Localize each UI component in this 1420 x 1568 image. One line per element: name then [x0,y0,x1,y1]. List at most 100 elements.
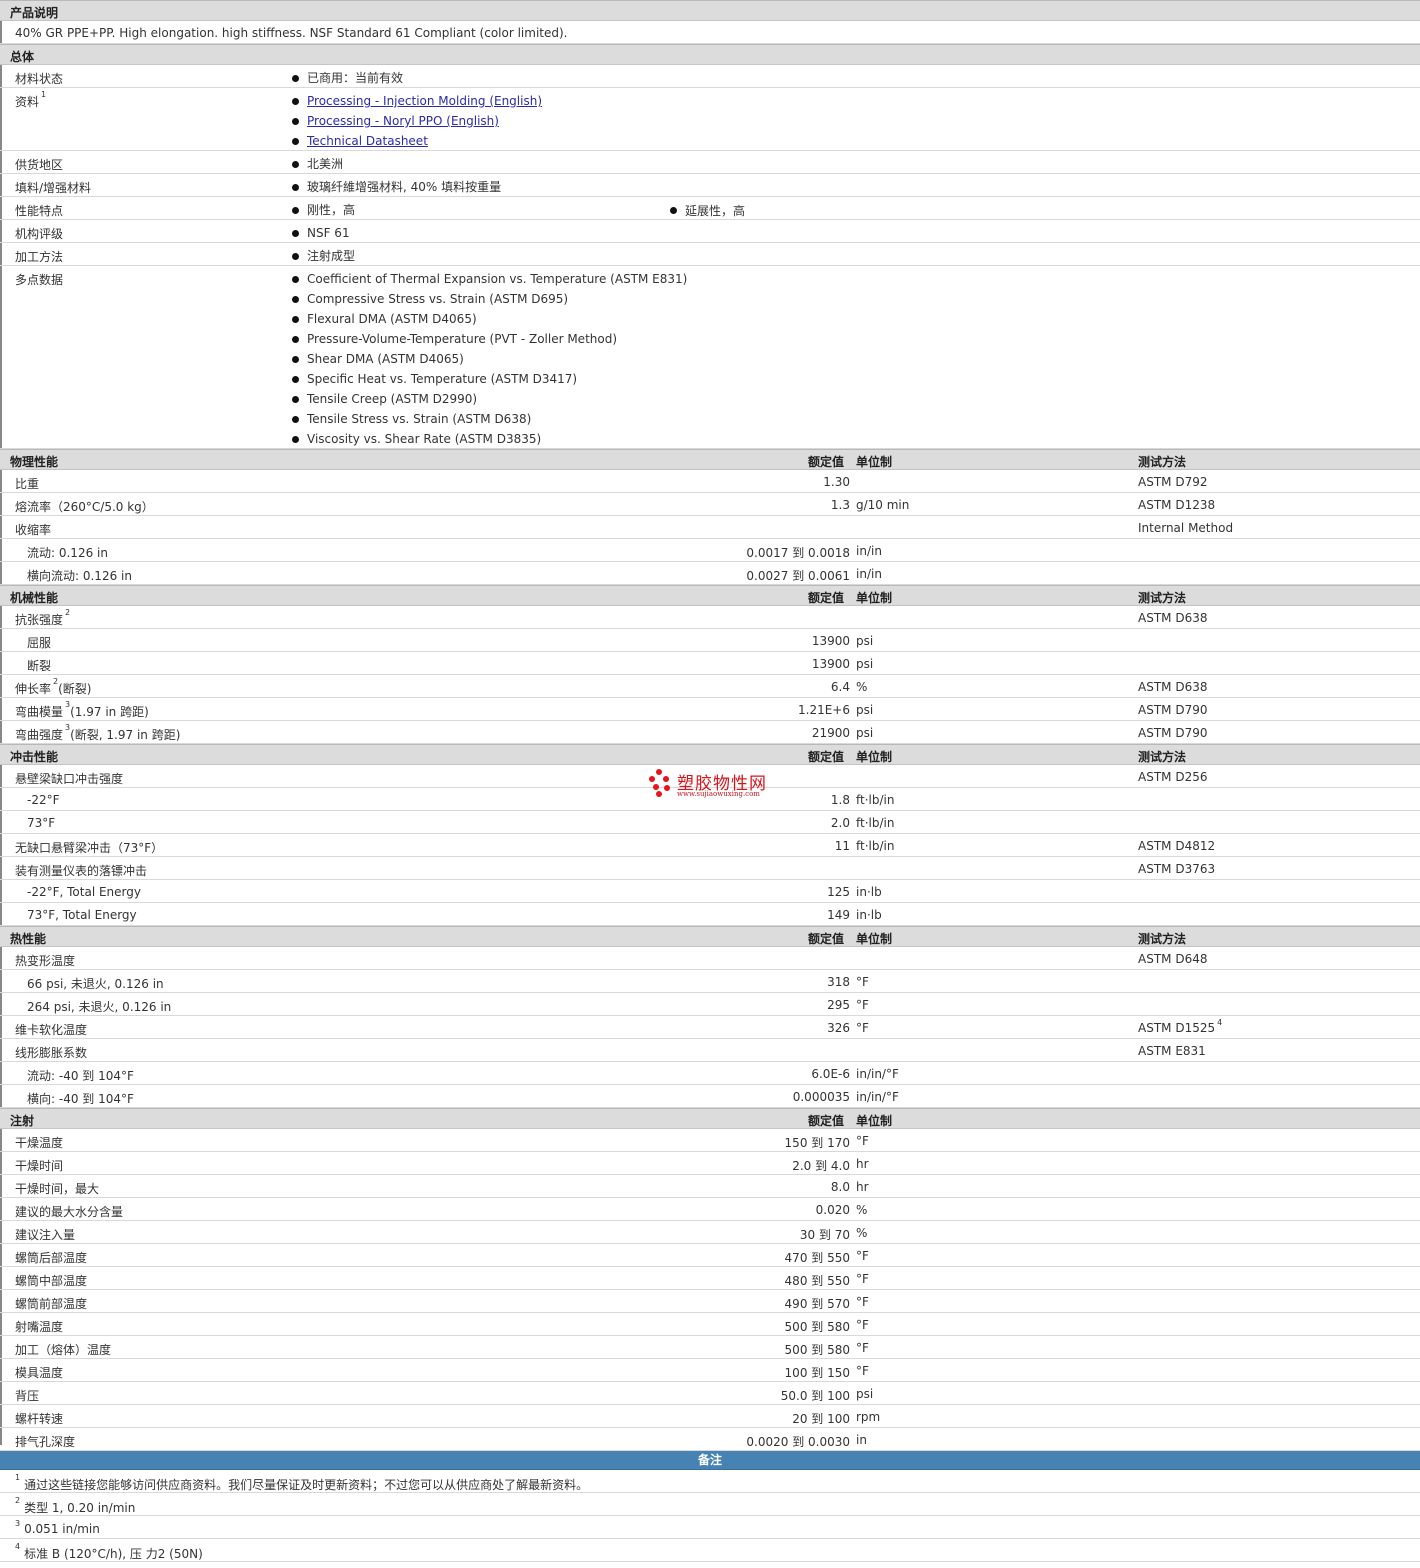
property-name: 流动: -40 到 104°F [27,1069,134,1083]
property-label: 加工（熔体）温度 [15,1341,111,1358]
property-unit: °F [856,998,869,1012]
agency-label: 机构评级 [15,227,64,241]
property-label: 收缩率 [15,521,51,538]
test-method-name: ASTM D3763 [1138,862,1216,876]
table-row: 66 psi, 未退火, 0.126 in 318 °F [0,970,1420,993]
features-row: 性能特点 刚性，高 延展性，高 [0,197,1420,220]
property-name: 弯曲模量 [15,705,64,719]
section-title: 产品说明 [10,6,59,20]
property-unit: °F [856,975,869,989]
property-value: 13900 [811,657,850,671]
property-name: 热变形温度 [15,954,76,968]
section-title: 热性能 [10,932,47,946]
property-value: 20 到 100 [792,1412,850,1426]
doc-link-technical-datasheet[interactable]: Technical Datasheet [307,134,428,148]
property-value: 2.0 [830,816,850,830]
property-label: 264 psi, 未退火, 0.126 in [27,998,171,1015]
property-condition: (断裂) [58,682,92,696]
table-row: 弯曲强度3(断裂, 1.97 in 跨距) 21900 psi ASTM D790 [0,721,1420,744]
property-value: 0.000035 [792,1090,850,1104]
property-label: 66 psi, 未退火, 0.126 in [27,975,164,992]
property-label: 流动: -40 到 104°F [27,1067,134,1084]
table-row: 干燥温度 150 到 170 °F [0,1129,1420,1152]
property-value: 1.3 [830,498,850,512]
table-row: 装有测量仪表的落镖冲击 ASTM D3763 [0,857,1420,880]
table-row: 建议的最大水分含量 0.020% [0,1198,1420,1221]
datasheet: 产品说明 40% GR PPE+PP. High elongation. hig… [0,0,1420,1562]
property-condition: (断裂, 1.97 in 跨距) [70,728,181,742]
list-item: 延展性，高 [668,202,745,219]
multipoint-item: Viscosity vs. Shear Rate (ASTM D3835) [290,431,687,451]
multipoint-row: 多点数据 Coefficient of Thermal Expansion vs… [0,266,1420,449]
note-body: 类型 1, 0.20 in/min [24,1501,136,1515]
property-unit: psi [856,657,874,671]
test-method-name: ASTM D792 [1138,475,1208,489]
property-unit: psi [856,726,874,740]
property-name: 弯曲强度 [15,728,64,742]
note-number: 3 [15,1519,21,1528]
column-header-method: 测试方法 [1138,932,1187,946]
property-unit: in·lb [856,908,882,922]
process-label: 加工方法 [15,250,64,264]
footnote-ref: 2 [65,608,71,617]
table-row: 维卡软化温度 326 °F ASTM D1525 4 [0,1016,1420,1039]
section-header-physical: 物理性能 额定值 单位制 测试方法 [0,449,1420,470]
property-label: -22°F [27,793,60,807]
table-row: 螺筒中部温度 480 到 550 °F [0,1267,1420,1290]
section-header-product-desc: 产品说明 [0,0,1420,21]
property-unit: % [856,1226,868,1240]
property-value: 50.0 到 100 [780,1389,850,1403]
property-name: 建议注入量 [15,1228,76,1242]
property-value: 0.020 [815,1203,850,1217]
doc-link-noryl-ppo[interactable]: Processing - Noryl PPO (English) [307,114,499,128]
property-unit: in·lb [856,885,882,899]
test-method-name: ASTM E831 [1138,1044,1206,1058]
table-row: 建议注入量 30 到 70% [0,1221,1420,1244]
footnote-ref: 4 [1217,1018,1223,1027]
multipoint-item: Flexural DMA (ASTM D4065) [290,311,687,331]
property-name: 264 psi, 未退火, 0.126 in [27,1000,172,1014]
test-method-name: ASTM D790 [1138,726,1208,740]
test-method: Internal Method [1138,521,1233,535]
note-number: 1 [15,1473,21,1482]
property-name: 螺筒后部温度 [15,1251,88,1265]
property-label: 装有测量仪表的落镖冲击 [15,862,147,879]
filler-list: 玻璃纤維增强材料, 40% 填料按重量 [290,179,501,199]
property-label: 熔流率（260°C/5.0 kg） [15,498,154,515]
doc-link-injection-molding[interactable]: Processing - Injection Molding (English) [307,94,542,108]
list-item: 已商用：当前有效 [290,70,403,90]
filler-row: 填料/增强材料 玻璃纤維增强材料, 40% 填料按重量 [0,174,1420,197]
property-name: 比重 [15,477,40,491]
property-value: 8.0 [830,1180,850,1194]
property-label: 屈服 [27,634,51,651]
column-header-value: 额定值 [808,455,845,469]
table-row: 横向流动: 0.126 in 0.0027 到 0.0061 in/in [0,562,1420,585]
property-label: 比重 [15,475,39,492]
test-method: ASTM D256 [1138,770,1207,784]
table-row: 264 psi, 未退火, 0.126 in 295 °F [0,993,1420,1016]
test-method-name: Internal Method [1138,521,1234,535]
region-list: 北美洲 [290,156,343,176]
property-name: 66 psi, 未退火, 0.126 in [27,977,164,991]
property-sections: 物理性能 额定值 单位制 测试方法 比重 1.30 ASTM D792 熔流率（260°C/5… [0,449,1420,1451]
property-label: 维卡软化温度 [15,1021,87,1038]
material-status-label: 材料状态 [15,72,64,86]
multipoint-item: Tensile Stress vs. Strain (ASTM D638) [290,411,687,431]
table-row: 线形膨胀系数 ASTM E831 [0,1039,1420,1062]
property-value: 318 [827,975,850,989]
property-name: 抗张强度 [15,613,64,627]
column-header-unit: 单位制 [856,455,893,469]
property-unit: °F [856,1364,869,1378]
property-value: 1.8 [830,793,850,807]
test-method: ASTM D3763 [1138,862,1215,876]
property-label: 螺杆转速 [15,1410,63,1427]
property-unit: in/in/°F [856,1090,899,1104]
table-row: 横向: -40 到 104°F 0.000035 in/in/°F [0,1085,1420,1108]
property-name: 螺筒中部温度 [15,1274,88,1288]
product-description-text: 40% GR PPE+PP. High elongation. high sti… [15,26,568,40]
property-name: 干燥时间，最大 [15,1182,100,1196]
table-row: 无缺口悬臂梁冲击（73°F） 11 ft·lb/in ASTM D4812 [0,834,1420,857]
property-value: 0.0020 到 0.0030 [746,1435,850,1449]
property-name: 背压 [15,1389,40,1403]
property-label: 横向: -40 到 104°F [27,1090,134,1107]
